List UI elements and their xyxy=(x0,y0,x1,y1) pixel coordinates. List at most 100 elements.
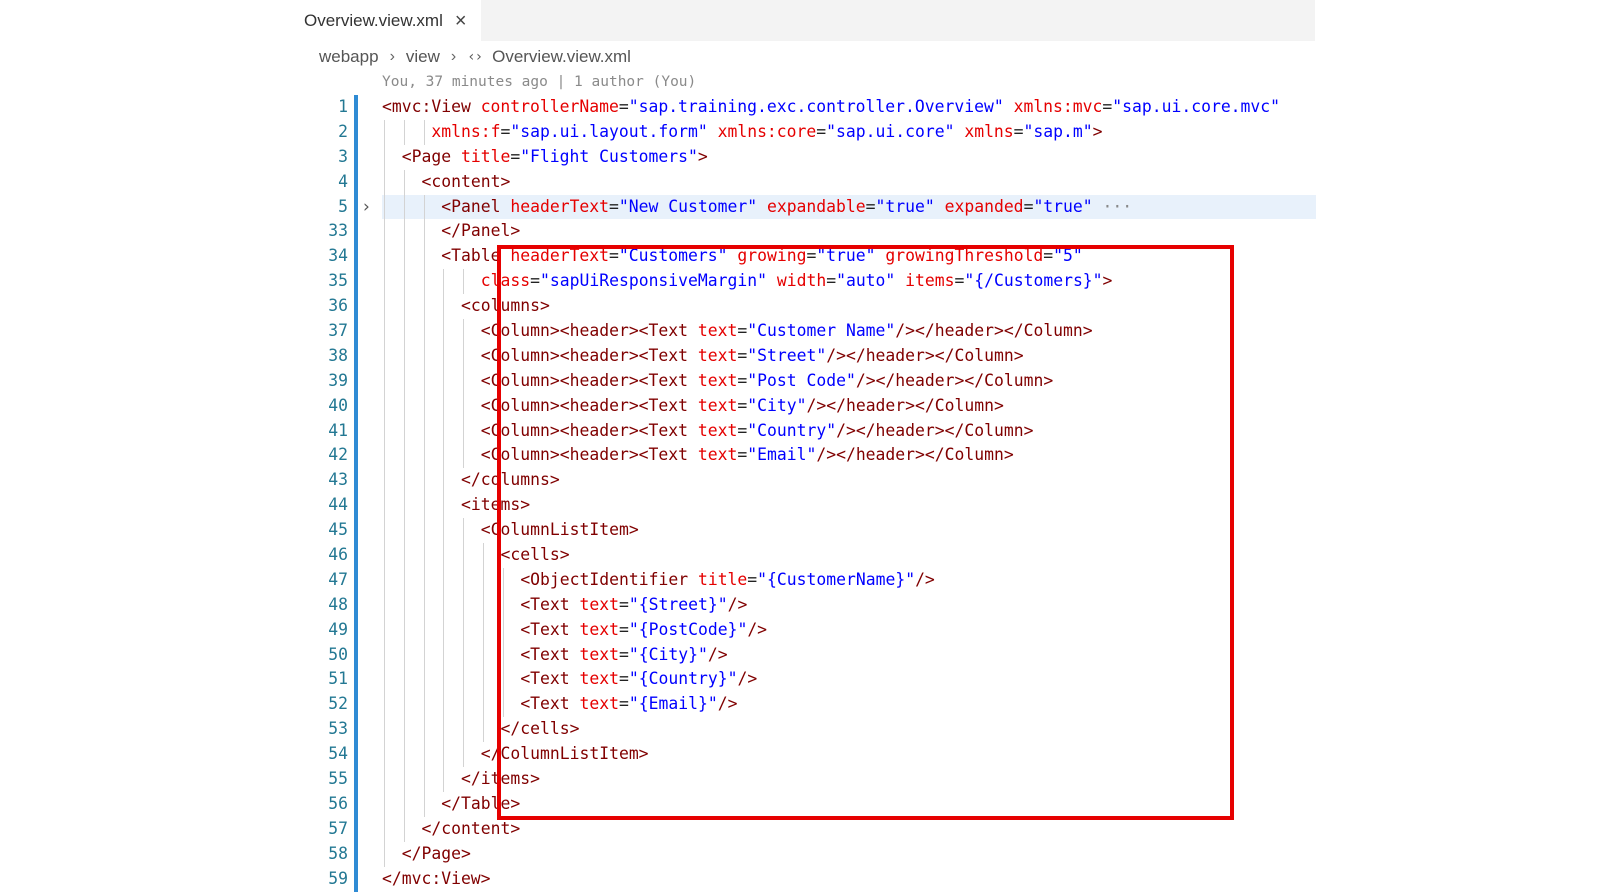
code-line[interactable]: 59 </mvc:View> xyxy=(0,866,1600,892)
token-tag: /></header></Column> xyxy=(806,395,1004,415)
git-change-marker[interactable] xyxy=(354,767,358,792)
code-line[interactable]: 41 <Column><header><Text text="Country"/>… xyxy=(0,418,1600,444)
code-line[interactable]: 42 <Column><header><Text text="Email"/></… xyxy=(0,443,1600,469)
code-line[interactable]: 37 <Column><header><Text text="Customer N… xyxy=(0,319,1600,344)
code-line[interactable]: 44 <items> xyxy=(0,493,1600,519)
token-val: "Customer Name" xyxy=(747,321,896,341)
token-sp xyxy=(688,321,698,340)
token-attr: expanded xyxy=(944,196,1024,216)
token-tag: /> xyxy=(727,594,748,614)
code-line[interactable]: 58 </Page> xyxy=(0,841,1600,867)
git-change-marker[interactable] xyxy=(354,393,358,419)
git-change-marker[interactable] xyxy=(354,244,358,270)
git-change-marker[interactable] xyxy=(354,468,358,494)
code-line[interactable]: 39 <Column><header><Text text="Post Code"… xyxy=(0,368,1600,394)
git-change-marker[interactable] xyxy=(354,866,358,892)
code-editor: Overview.view.xml × webapp › view › ‹› O… xyxy=(0,0,1600,892)
git-change-marker[interactable] xyxy=(354,518,358,544)
code-line[interactable]: 40 <Column><header><Text text="City"/></h… xyxy=(0,393,1600,419)
code-line[interactable]: 4 <content> xyxy=(0,169,1600,195)
git-change-marker[interactable] xyxy=(354,617,358,643)
git-change-marker[interactable] xyxy=(354,418,358,444)
git-change-marker[interactable] xyxy=(354,667,358,693)
code-line[interactable]: 47 <ObjectIdentifier title="{CustomerName… xyxy=(0,567,1600,593)
indent-guide xyxy=(502,592,504,618)
token-tag: /></header></Column> xyxy=(836,420,1034,440)
git-change-marker[interactable] xyxy=(354,791,358,817)
breadcrumb-item-webapp[interactable]: webapp xyxy=(319,47,379,67)
git-change-marker[interactable] xyxy=(354,592,358,618)
git-change-marker[interactable] xyxy=(354,368,358,394)
tab-overview-view-xml[interactable]: Overview.view.xml × xyxy=(293,0,481,41)
close-icon[interactable]: × xyxy=(455,11,467,31)
indent-guide xyxy=(443,294,445,320)
code-line[interactable]: 34 <Table headerText="Customers" growing=… xyxy=(0,244,1600,270)
token-punct: = xyxy=(618,97,629,116)
indent-guide xyxy=(403,518,405,544)
git-change-marker[interactable] xyxy=(354,567,358,593)
breadcrumb-item-view[interactable]: view xyxy=(406,47,440,67)
git-change-marker[interactable] xyxy=(354,742,358,768)
code-line[interactable]: 53 </cells> xyxy=(0,717,1600,743)
git-change-marker[interactable] xyxy=(354,816,358,842)
git-change-marker[interactable] xyxy=(354,343,358,369)
code-line[interactable]: 3 <Page title="Flight Customers"> xyxy=(0,144,1600,170)
code-line[interactable]: 45 <ColumnListItem> xyxy=(0,518,1600,544)
token-tag: <Page xyxy=(401,146,452,166)
token-punct: = xyxy=(530,271,541,291)
git-change-marker[interactable] xyxy=(354,294,358,320)
code-line[interactable]: › 5 <Panel headerText="New Customer" expan… xyxy=(0,194,1600,220)
code-line[interactable]: 56 </Table> xyxy=(0,791,1600,817)
git-change-marker[interactable] xyxy=(354,543,358,568)
breadcrumb-item-file[interactable]: Overview.view.xml xyxy=(492,47,631,67)
code-line[interactable]: 1 <mvc:View controllerName="sap.training.… xyxy=(0,95,1600,120)
code-line[interactable]: 52 <Text text="{Email}"/> xyxy=(0,692,1600,718)
token-punct: = xyxy=(619,669,629,689)
fold-chevron-icon[interactable]: › xyxy=(363,195,370,220)
code-line[interactable]: 51 <Text text="{Country}"/> xyxy=(0,667,1600,693)
git-change-marker[interactable] xyxy=(354,443,358,469)
token-sp xyxy=(570,595,580,614)
code-line[interactable]: 33 </Panel> xyxy=(0,219,1600,245)
git-change-marker[interactable] xyxy=(354,219,358,245)
code-text: <Panel headerText="New Customer" expanda… xyxy=(441,195,1132,220)
git-change-marker[interactable] xyxy=(354,717,358,743)
code-line[interactable]: 48 <Text text="{Street}"/> xyxy=(0,592,1600,618)
code-line[interactable]: 46 <cells> xyxy=(0,543,1600,568)
code-line[interactable]: 2 xmlns:f="sap.ui.layout.form" xmlns:core… xyxy=(0,119,1600,145)
code-line[interactable]: 38 <Column><header><Text text="Street"/><… xyxy=(0,343,1600,369)
code-text: </ColumnListItem> xyxy=(481,742,649,767)
token-sp xyxy=(727,246,737,265)
token-tag: <Column><header><Text xyxy=(480,345,689,365)
git-change-marker[interactable] xyxy=(354,194,358,220)
indent-guide xyxy=(463,343,465,369)
indent-guide xyxy=(423,368,425,394)
git-change-marker[interactable] xyxy=(354,319,358,344)
indent-guide xyxy=(463,543,465,568)
git-change-marker[interactable] xyxy=(354,269,358,295)
git-change-marker[interactable] xyxy=(354,95,358,120)
git-change-marker[interactable] xyxy=(354,119,358,145)
code-line[interactable]: 50 <Text text="{City}"/> xyxy=(0,642,1600,668)
token-tag: </columns> xyxy=(461,470,560,490)
code-area[interactable]: 1 <mvc:View controllerName="sap.training.… xyxy=(0,95,1600,892)
git-change-marker[interactable] xyxy=(354,144,358,170)
git-change-marker[interactable] xyxy=(354,642,358,668)
git-change-marker[interactable] xyxy=(354,841,358,867)
git-change-marker[interactable] xyxy=(354,692,358,718)
codelens-blame[interactable]: You, 37 minutes ago | 1 author (You) xyxy=(382,70,696,94)
code-line[interactable]: 55 </items> xyxy=(0,767,1600,792)
code-line[interactable]: 35 class="sapUiResponsiveMargin" width="a… xyxy=(0,269,1600,295)
indent-guide xyxy=(423,493,425,519)
indent-guide xyxy=(463,269,465,295)
code-line[interactable]: 43 </columns> xyxy=(0,468,1600,494)
git-change-marker[interactable] xyxy=(354,169,358,195)
indent-guide xyxy=(423,294,425,320)
code-line[interactable]: 36 <columns> xyxy=(0,294,1600,320)
code-line[interactable]: 49 <Text text="{PostCode}"/> xyxy=(0,617,1600,643)
code-line[interactable]: 57 </content> xyxy=(0,816,1600,842)
token-punct: = xyxy=(737,345,748,365)
git-change-marker[interactable] xyxy=(354,493,358,519)
token-val: "City" xyxy=(747,395,807,415)
code-line[interactable]: 54 </ColumnListItem> xyxy=(0,742,1600,768)
